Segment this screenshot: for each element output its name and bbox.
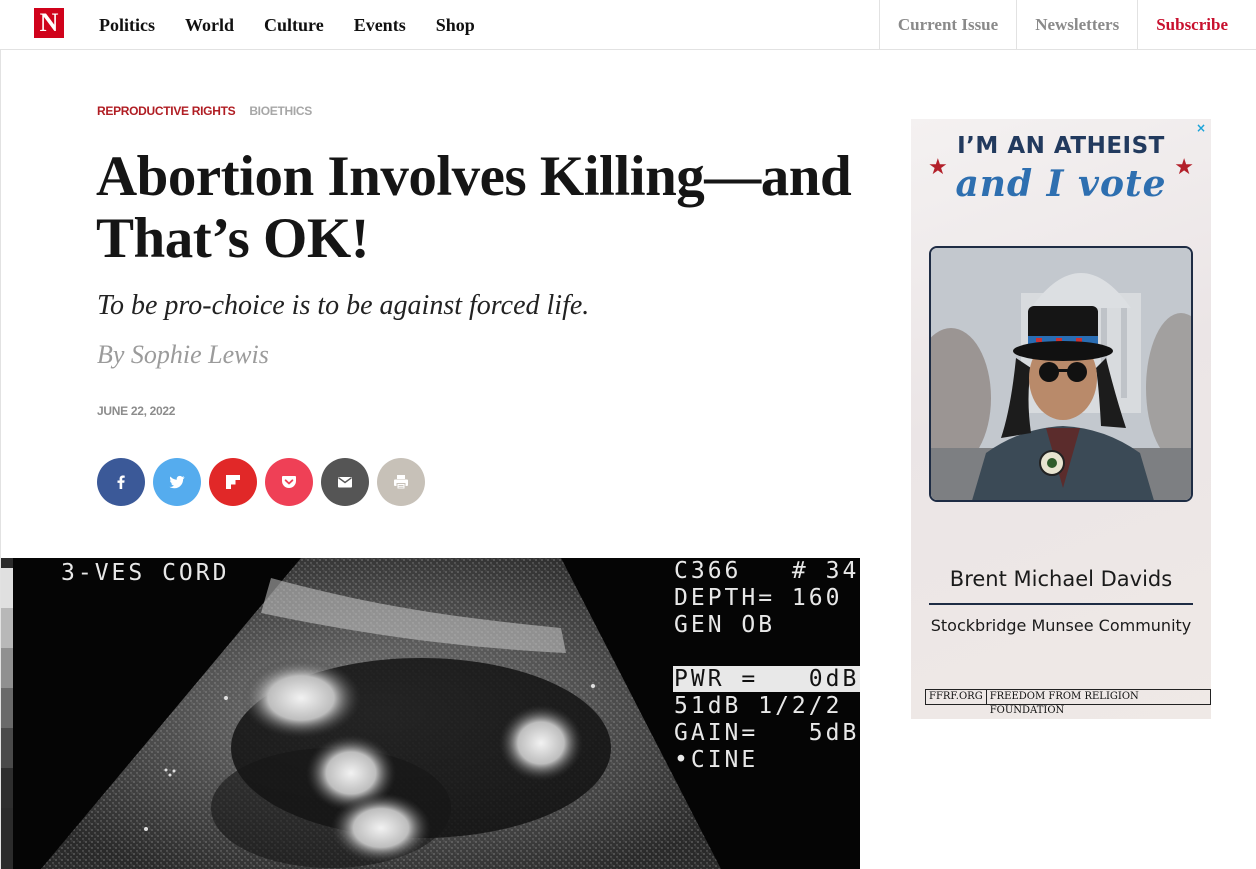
portrait-illustration (931, 248, 1191, 500)
ultrasound-readout-5: 51dB 1/2/2 (674, 693, 843, 719)
email-icon (338, 477, 352, 488)
twitter-icon (169, 475, 185, 489)
nav-link-shop[interactable]: Shop (436, 15, 475, 36)
article-tags: REPRODUCTIVE RIGHTS BIOETHICS (97, 104, 312, 118)
ultrasound-readout-6: GAIN= 5dB (674, 720, 860, 746)
facebook-icon (117, 475, 125, 489)
secondary-nav: Current Issue Newsletters Subscribe (878, 0, 1246, 50)
newsletters-link[interactable]: Newsletters (1016, 0, 1137, 50)
subscribe-link[interactable]: Subscribe (1137, 0, 1246, 50)
pocket-icon (282, 476, 296, 488)
twitter-share-button[interactable] (153, 458, 201, 506)
ad-footer-org: FREEDOM FROM RELIGION FOUNDATION (985, 690, 1210, 716)
nav-link-world[interactable]: World (185, 15, 234, 36)
flipboard-share-button[interactable] (209, 458, 257, 506)
print-button[interactable] (377, 458, 425, 506)
email-share-button[interactable] (321, 458, 369, 506)
nav-link-politics[interactable]: Politics (99, 15, 155, 36)
top-navigation: N Politics World Culture Events Shop Cur… (0, 0, 1256, 50)
hero-image: 3-VES CORD C366 # 34 DEPTH= 160 GEN OB P… (1, 558, 860, 869)
facebook-share-button[interactable] (97, 458, 145, 506)
ultrasound-readout-2: DEPTH= 160 (674, 585, 843, 611)
ad-community-name: Stockbridge Munsee Community (930, 616, 1192, 635)
article-dek: To be pro-choice is to be against forced… (97, 290, 590, 321)
tag-reproductive-rights[interactable]: REPRODUCTIVE RIGHTS (97, 104, 236, 118)
ad-person-name: Brent Michael Davids (949, 567, 1173, 591)
pocket-share-button[interactable] (265, 458, 313, 506)
ultrasound-readout-4: PWR = 0dB (674, 666, 860, 692)
flipboard-icon (226, 475, 240, 489)
ultrasound-readout-3: GEN OB (674, 612, 776, 638)
ultrasound-readout-7: •CINE (674, 747, 759, 773)
ad-divider (929, 603, 1193, 605)
sidebar-advertisement[interactable]: × ★ ★ I’M AN ATHEIST and I vote Brent Mi… (911, 119, 1211, 719)
article-byline[interactable]: By Sophie Lewis (97, 340, 269, 370)
share-buttons (97, 458, 425, 506)
nav-link-culture[interactable]: Culture (264, 15, 324, 36)
site-logo[interactable]: N (34, 8, 64, 38)
ultrasound-label-left: 3-VES CORD (61, 560, 230, 586)
ad-footer-credit: FFRF.ORG FREEDOM FROM RELIGION FOUNDATIO… (925, 689, 1211, 716)
article-date: JUNE 22, 2022 (97, 404, 176, 418)
ad-tagline: and I vote (955, 163, 1167, 205)
primary-nav: Politics World Culture Events Shop (99, 0, 505, 50)
ultrasound-readout-1: C366 # 34 (674, 558, 860, 584)
article-headline: Abortion Involves Killing—and That’s OK! (96, 145, 852, 270)
ad-footer-site: FFRF.ORG (929, 691, 983, 702)
nav-link-events[interactable]: Events (354, 15, 406, 36)
current-issue-link[interactable]: Current Issue (878, 0, 1016, 50)
printer-icon (394, 475, 408, 490)
ad-portrait-photo (929, 246, 1193, 502)
tag-bioethics[interactable]: BIOETHICS (249, 104, 312, 118)
ad-headline: I’M AN ATHEIST (957, 133, 1165, 159)
